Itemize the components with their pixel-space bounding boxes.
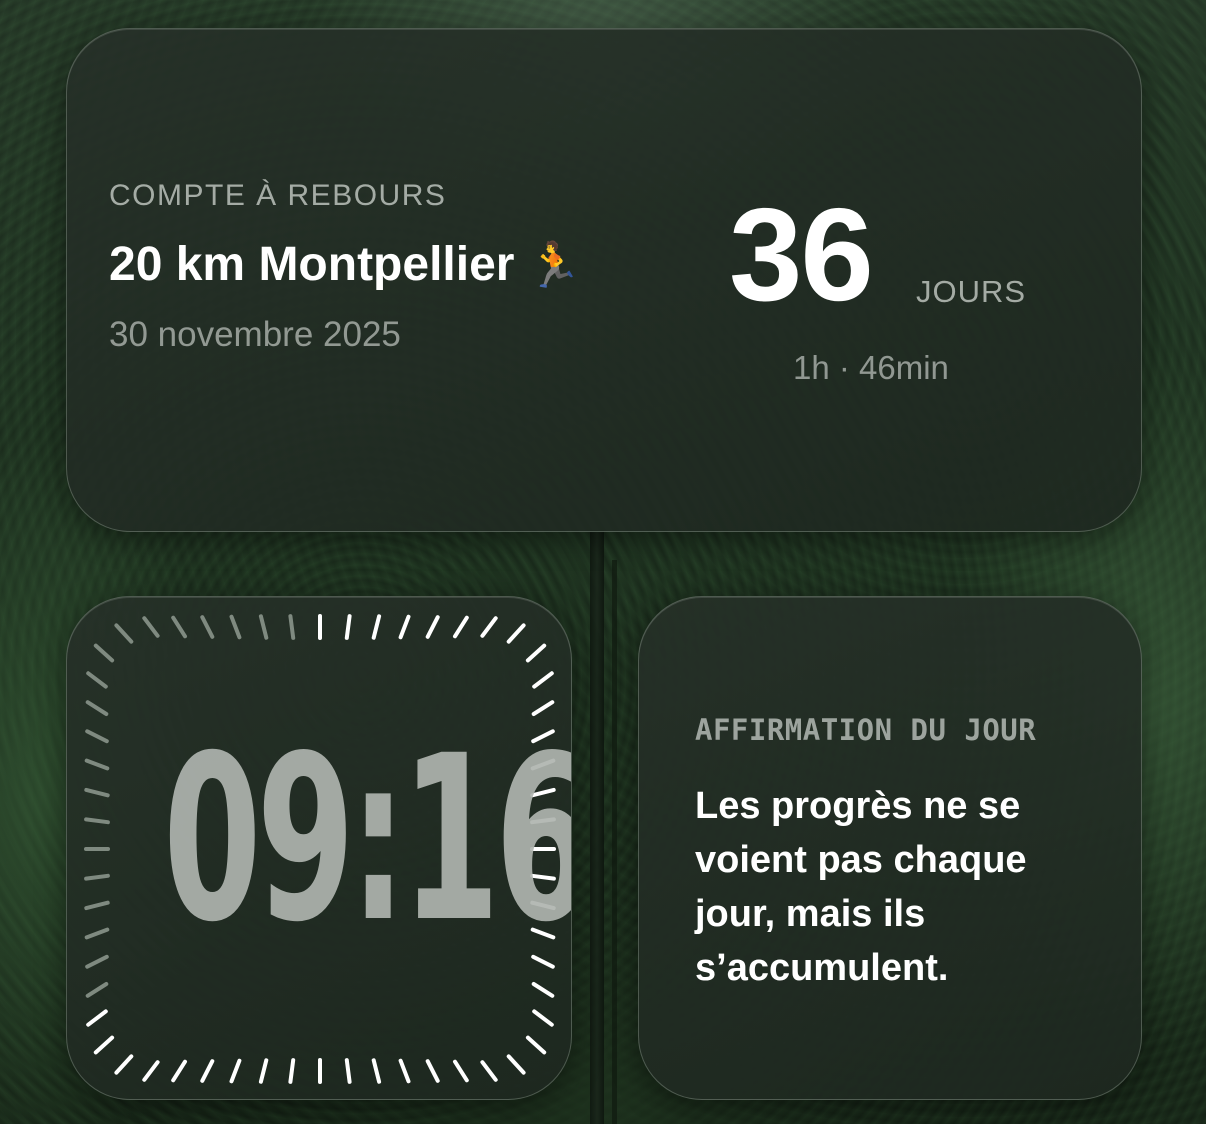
days-unit-label: JOURS: [916, 274, 1027, 309]
affirmation-text: Les progrès ne se voient pas chaque jour…: [695, 785, 1027, 989]
days-remaining-value: 36: [729, 181, 874, 328]
seconds-tick: [93, 643, 115, 663]
event-title-text: 20 km Montpellier: [109, 238, 515, 291]
seconds-tick: [93, 1035, 115, 1055]
seconds-tick: [371, 614, 382, 640]
seconds-tick: [200, 1059, 215, 1083]
seconds-tick: [86, 1009, 108, 1027]
clock-time: 09:16: [163, 706, 572, 972]
seconds-tick: [84, 758, 110, 771]
seconds-tick: [84, 927, 110, 940]
seconds-tick: [344, 614, 352, 640]
countdown-label: COMPTE À REBOURS: [109, 179, 447, 212]
seconds-tick: [114, 1054, 134, 1075]
seconds-tick: [258, 614, 269, 640]
countdown-widget[interactable]: COMPTE À REBOURS 20 km Montpellier 🏃 30 n…: [66, 28, 1142, 532]
seconds-tick: [142, 616, 160, 638]
seconds-tick: [85, 954, 109, 969]
seconds-tick: [84, 787, 110, 798]
seconds-tick: [84, 873, 110, 881]
seconds-tick: [480, 616, 498, 638]
seconds-tick: [532, 671, 554, 689]
seconds-tick: [425, 615, 440, 639]
seconds-tick: [142, 1060, 160, 1082]
seconds-tick: [288, 1058, 296, 1084]
seconds-tick: [398, 614, 411, 640]
seconds-tick: [229, 1058, 242, 1084]
affirmation-widget[interactable]: AFFIRMATION DU JOUR Les progrès ne se vo…: [638, 596, 1142, 1100]
seconds-tick: [85, 982, 109, 998]
event-date: 30 novembre 2025: [109, 315, 401, 354]
seconds-tick: [171, 615, 187, 639]
seconds-tick: [453, 1059, 469, 1083]
seconds-tick: [506, 1054, 526, 1075]
running-person-icon: 🏃: [526, 241, 582, 290]
tree-trunk-small: [612, 560, 617, 1124]
affirmation-label: AFFIRMATION DU JOUR: [695, 713, 1037, 747]
seconds-tick: [85, 700, 109, 716]
event-title: 20 km Montpellier 🏃: [109, 237, 581, 292]
seconds-tick: [506, 623, 526, 644]
seconds-tick: [525, 1035, 547, 1055]
tree-trunk: [590, 530, 604, 1124]
seconds-tick: [425, 1059, 440, 1083]
seconds-tick: [344, 1058, 352, 1084]
seconds-tick: [258, 1058, 269, 1084]
seconds-tick: [171, 1059, 187, 1083]
seconds-tick: [85, 729, 109, 744]
seconds-tick: [114, 623, 134, 644]
seconds-tick: [480, 1060, 498, 1082]
seconds-tick: [84, 900, 110, 911]
seconds-tick: [531, 982, 555, 998]
seconds-tick: [453, 615, 469, 639]
hours-minutes-remaining: 1h · 46min: [793, 349, 949, 386]
seconds-tick: [200, 615, 215, 639]
seconds-tick: [371, 1058, 382, 1084]
seconds-tick: [86, 671, 108, 689]
seconds-tick: [398, 1058, 411, 1084]
seconds-tick: [288, 614, 296, 640]
seconds-tick: [84, 817, 110, 825]
seconds-tick: [532, 1009, 554, 1027]
seconds-tick: [525, 643, 547, 663]
clock-widget[interactable]: 09:16: [66, 596, 572, 1100]
seconds-tick: [229, 614, 242, 640]
